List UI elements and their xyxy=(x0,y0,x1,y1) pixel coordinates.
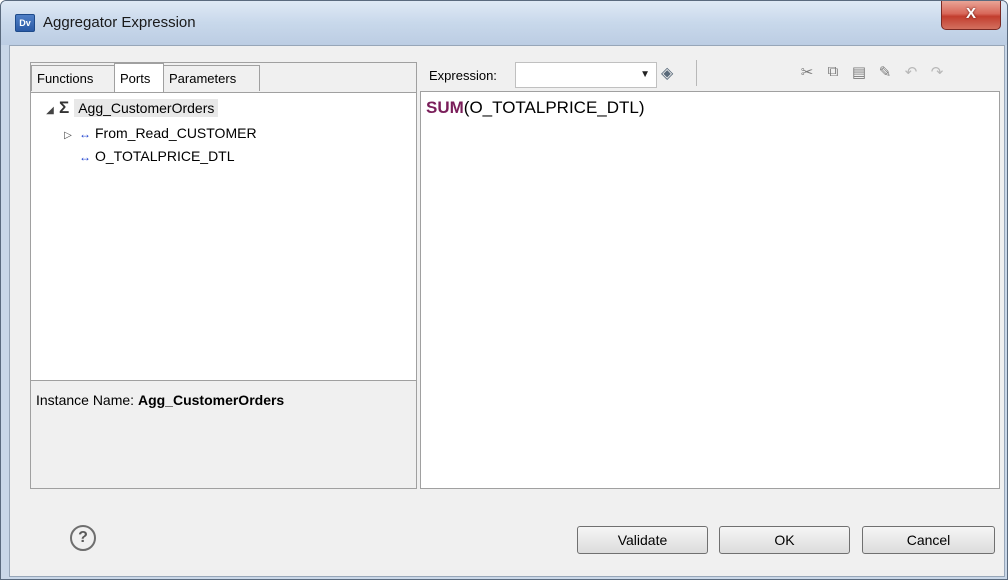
tab-strip: Functions Ports Parameters xyxy=(31,63,416,93)
validate-button[interactable]: Validate xyxy=(577,526,708,554)
toolbar-separator xyxy=(696,60,697,86)
ok-button[interactable]: OK xyxy=(719,526,850,554)
port-arrow-icon: ↔ xyxy=(79,127,91,141)
tree-item-label: From_Read_CUSTOMER xyxy=(95,125,257,141)
instance-name-info: Instance Name: Agg_CustomerOrders xyxy=(36,392,284,408)
tree-item-from-read-customer[interactable]: ▷ ↔ From_Read_CUSTOMER xyxy=(61,122,257,147)
expand-triangle-icon[interactable]: ▷ xyxy=(61,125,75,147)
instance-name-label: Instance Name: xyxy=(36,392,135,408)
cancel-button[interactable]: Cancel xyxy=(862,526,995,554)
ports-tree: ◢ Σ Agg_CustomerOrders ▷ ↔ From_Read_CUSTOME… xyxy=(31,92,416,381)
expression-combo[interactable]: ▼ xyxy=(515,62,657,88)
collapse-triangle-icon[interactable]: ◢ xyxy=(43,100,57,122)
sigma-icon: Σ xyxy=(59,98,70,117)
dropdown-arrow-icon[interactable]: ▼ xyxy=(640,69,650,80)
expression-editor[interactable]: SUM(O_TOTALPRICE_DTL) xyxy=(420,91,1000,489)
port-arrow-icon: ↔ xyxy=(79,150,91,164)
instance-name-value: Agg_CustomerOrders xyxy=(137,392,285,408)
cut-icon[interactable]: ✂ xyxy=(798,63,816,81)
title-bar: Dv Aggregator Expression X xyxy=(1,1,1007,45)
tree-root-row[interactable]: ◢ Σ Agg_CustomerOrders xyxy=(43,97,219,122)
close-button[interactable]: X xyxy=(941,1,1001,30)
paste-icon[interactable]: ▤ xyxy=(850,63,868,81)
dialog-client-area: Functions Ports Parameters ◢ Σ Agg_Custome… xyxy=(9,45,1005,577)
dialog-title: Aggregator Expression xyxy=(43,14,196,31)
tree-item-label: O_TOTALPRICE_DTL xyxy=(95,148,235,164)
function-arguments: (O_TOTALPRICE_DTL) xyxy=(463,98,645,117)
format-icon[interactable]: ✎ xyxy=(876,63,894,81)
tab-parameters[interactable]: Parameters xyxy=(163,65,260,91)
redo-icon[interactable]: ↷ xyxy=(928,63,946,81)
help-icon[interactable]: ? xyxy=(70,525,96,551)
tab-ports[interactable]: Ports xyxy=(114,63,164,93)
function-keyword: SUM xyxy=(426,98,464,117)
pin-icon[interactable]: ◈ xyxy=(661,63,673,83)
tree-root-label: Agg_CustomerOrders xyxy=(74,99,219,117)
app-icon: Dv xyxy=(15,14,35,32)
tree-item-o-totalprice-dtl[interactable]: ↔ O_TOTALPRICE_DTL xyxy=(75,145,235,167)
copy-icon[interactable]: ⧉ xyxy=(824,63,842,80)
left-panel: Functions Ports Parameters ◢ Σ Agg_Custome… xyxy=(30,62,417,489)
expression-label: Expression: xyxy=(429,68,497,83)
undo-icon[interactable]: ↶ xyxy=(902,63,920,81)
tab-functions[interactable]: Functions xyxy=(31,65,115,91)
aggregator-expression-dialog: Dv Aggregator Expression X Functions Por… xyxy=(0,0,1008,580)
expression-text[interactable]: SUM(O_TOTALPRICE_DTL) xyxy=(426,98,645,118)
